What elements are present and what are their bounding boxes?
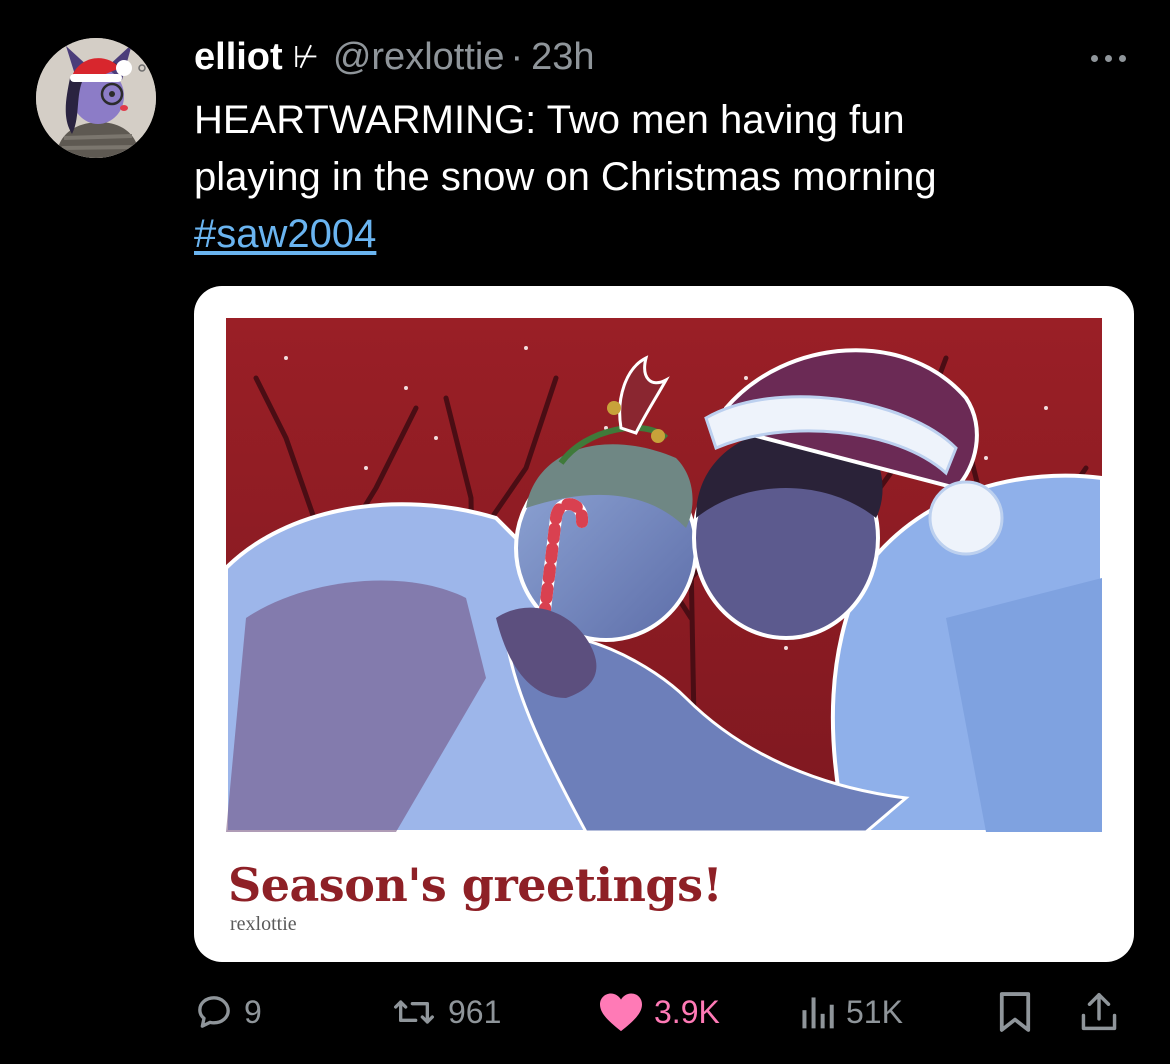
avatar[interactable] [36, 38, 156, 158]
name-glyph: ⊬ [292, 40, 319, 74]
views-bars-icon [802, 997, 834, 1029]
tweet-text: HEARTWARMING: Two men having fun playing… [194, 92, 1124, 263]
avatar-image [36, 38, 156, 158]
tweet-actions: 9 961 3.9K 51K [194, 985, 1134, 1039]
bookmark-icon [999, 992, 1031, 1032]
more-dot [1118, 54, 1126, 62]
card-credit: rexlottie [230, 913, 297, 935]
tweet-header: elliot ⊬ @rexlottie · 23h [194, 34, 595, 80]
reply-count: 9 [244, 993, 262, 1030]
tweet-text-line: playing in the snow on Christmas morning [194, 155, 937, 199]
share-icon [1081, 993, 1117, 1031]
artwork-image [226, 318, 1102, 832]
tweet-text-line: HEARTWARMING: Two men having fun [194, 98, 905, 142]
repost-arrows-icon [394, 1000, 435, 1024]
heart-icon [600, 993, 642, 1032]
user-handle[interactable]: @rexlottie [333, 36, 505, 79]
hashtag-link[interactable]: #saw2004 [194, 212, 376, 256]
like-count: 3.9K [654, 993, 720, 1030]
more-dot [1104, 54, 1112, 62]
share-button[interactable] [1080, 985, 1118, 1039]
reply-button[interactable]: 9 [194, 985, 262, 1039]
more-dot [1090, 54, 1098, 62]
media-card[interactable]: Season's greetings! rexlottie [194, 286, 1134, 962]
repost-count: 961 [448, 993, 502, 1030]
bookmark-button[interactable] [998, 985, 1032, 1039]
card-title: Season's greetings! [228, 858, 723, 912]
more-dots-icon[interactable] [1086, 48, 1130, 68]
views-button[interactable]: 51K [798, 985, 903, 1039]
views-count: 51K [846, 993, 903, 1030]
timestamp[interactable]: 23h [531, 36, 594, 79]
reply-bubble-icon [198, 996, 230, 1028]
like-button[interactable]: 3.9K [598, 985, 720, 1039]
display-name[interactable]: elliot [194, 36, 283, 79]
repost-button[interactable]: 961 [390, 985, 501, 1039]
separator-dot: · [510, 35, 524, 78]
